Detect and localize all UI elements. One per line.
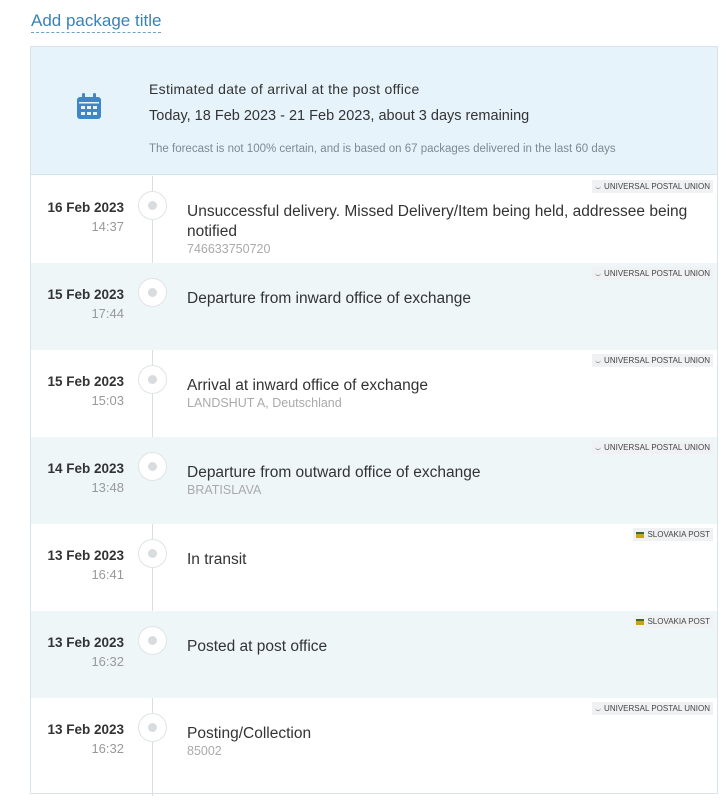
carrier-name: Universal Postal Union (604, 443, 710, 452)
event-date: 16 Feb 2023 (47, 200, 124, 215)
event-date: 13 Feb 2023 (47, 635, 124, 650)
carrier-name: Universal Postal Union (604, 356, 710, 365)
event-time: 16:41 (91, 567, 124, 582)
event-status: Arrival at inward office of exchange (187, 377, 428, 394)
event-time: 14:37 (91, 219, 124, 234)
event-date: 13 Feb 2023 (47, 548, 124, 563)
forecast-date-range: Today, 18 Feb 2023 - 21 Feb 2023, about … (149, 108, 530, 124)
event-status: Unsuccessful delivery. Missed Delivery/I… (187, 203, 688, 240)
timeline-node (138, 365, 167, 394)
tracking-event: Universal Postal Union 15 Feb 2023 15:03… (31, 350, 717, 437)
event-time: 16:32 (91, 654, 124, 669)
timeline-node (138, 278, 167, 307)
tracking-event: Universal Postal Union 13 Feb 2023 16:32… (31, 698, 717, 785)
event-date: 13 Feb 2023 (47, 722, 124, 737)
carrier-badge: Universal Postal Union (592, 702, 713, 715)
tracking-timeline: Universal Postal Union 16 Feb 2023 14:37… (31, 176, 717, 796)
carrier-name: Slovakia Post (647, 617, 710, 626)
slovakia-post-logo-icon (636, 618, 645, 625)
tracking-event: Universal Postal Union 16 Feb 2023 14:37… (31, 176, 717, 263)
carrier-badge: Universal Postal Union (592, 354, 713, 367)
carrier-badge: Universal Postal Union (592, 441, 713, 454)
tracking-event: Universal Postal Union 14 Feb 2023 13:48… (31, 437, 717, 524)
event-detail: BRATISLAVA (187, 483, 262, 497)
timeline-node (138, 539, 167, 568)
forecast-label: Estimated date of arrival at the post of… (149, 81, 420, 97)
event-time: 16:32 (91, 741, 124, 756)
carrier-name: Slovakia Post (647, 530, 710, 539)
tracking-card: Estimated date of arrival at the post of… (30, 46, 718, 796)
slovakia-post-logo-icon (636, 531, 645, 538)
event-time: 13:48 (91, 480, 124, 495)
event-status: Posted at post office (187, 638, 328, 655)
timeline-node (138, 191, 167, 220)
event-time: 15:03 (91, 393, 124, 408)
upu-logo-icon (595, 272, 602, 276)
carrier-badge: Universal Postal Union (592, 180, 713, 193)
event-status: In transit (187, 551, 247, 568)
carrier-badge: Slovakia Post (633, 528, 713, 541)
event-time: 17:44 (91, 306, 124, 321)
upu-logo-icon (595, 446, 602, 450)
add-package-title-link[interactable]: Add package title (31, 10, 162, 33)
event-detail: LANDSHUT A, Deutschland (187, 396, 342, 410)
carrier-badge: Slovakia Post (633, 615, 713, 628)
event-status: Departure from inward office of exchange (187, 290, 472, 307)
calendar-icon (77, 93, 101, 119)
tracking-event: Slovakia Post 13 Feb 2023 16:41 In trans… (31, 524, 717, 611)
event-date: 15 Feb 2023 (47, 374, 124, 389)
tracking-event: Universal Postal Union 15 Feb 2023 17:44… (31, 263, 717, 350)
event-detail: 746633750720 (187, 242, 271, 256)
event-date: 14 Feb 2023 (47, 461, 124, 476)
timeline-node (138, 626, 167, 655)
event-status: Departure from outward office of exchang… (187, 464, 481, 481)
tracking-event: Slovakia Post 13 Feb 2023 16:32 Posted a… (31, 611, 717, 698)
timeline-node (138, 452, 167, 481)
carrier-name: Universal Postal Union (604, 269, 710, 278)
carrier-badge: Universal Postal Union (592, 267, 713, 280)
upu-logo-icon (595, 707, 602, 711)
upu-logo-icon (595, 359, 602, 363)
event-detail: 85002 (187, 744, 222, 758)
upu-logo-icon (595, 185, 602, 189)
carrier-name: Universal Postal Union (604, 704, 710, 713)
event-status: Posting/Collection (187, 725, 312, 742)
timeline-node (138, 713, 167, 742)
arrival-forecast-panel: Estimated date of arrival at the post of… (31, 47, 717, 175)
forecast-disclaimer: The forecast is not 100% certain, and is… (149, 143, 616, 155)
event-date: 15 Feb 2023 (47, 287, 124, 302)
carrier-name: Universal Postal Union (604, 182, 710, 191)
